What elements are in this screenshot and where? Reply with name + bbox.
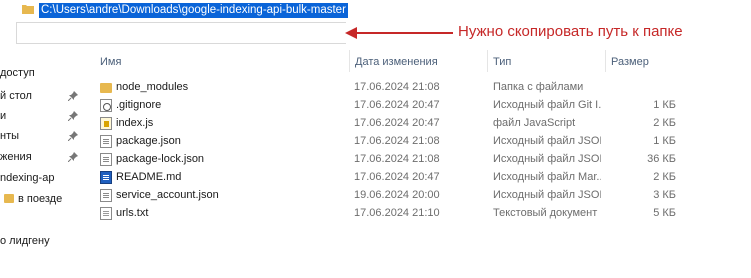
nav-item-leadgen[interactable]: о лидгену	[0, 232, 86, 250]
folder-icon	[100, 83, 112, 93]
column-divider[interactable]	[605, 50, 606, 72]
address-path[interactable]: C:\Users\andre\Downloads\google-indexing…	[39, 3, 348, 18]
file-date: 17.06.2024 21:08	[354, 81, 440, 93]
file-type: Исходный файл JSON	[493, 189, 601, 201]
file-size: 2 КБ	[653, 117, 676, 129]
file-row[interactable]: package-lock.json 17.06.2024 21:08 Исход…	[94, 150, 684, 168]
nav-item-label: и	[0, 110, 7, 122]
pin-icon	[68, 152, 78, 162]
file-size: 3 КБ	[653, 189, 676, 201]
file-name: .gitignore	[116, 99, 162, 111]
file-name: node_modules	[116, 81, 189, 93]
nav-item-access[interactable]: доступ	[0, 64, 86, 82]
nav-item-images[interactable]: жения	[0, 148, 86, 166]
pin-icon	[68, 91, 78, 101]
file-type: файл JavaScript	[493, 117, 576, 129]
file-size: 5 КБ	[653, 207, 676, 219]
pin-icon	[68, 131, 78, 141]
nav-item-documents[interactable]: нты	[0, 127, 86, 145]
file-name: index.js	[116, 117, 154, 129]
nav-item-train[interactable]: в поезде	[0, 190, 86, 208]
arrow-left-icon	[345, 27, 453, 39]
file-type: Исходный файл Git I...	[493, 99, 601, 111]
column-header-type[interactable]: Тип	[493, 56, 511, 68]
file-date: 17.06.2024 20:47	[354, 99, 440, 111]
text-file-icon	[100, 207, 112, 220]
file-date: 17.06.2024 21:08	[354, 135, 440, 147]
nav-item-label: о лидгену	[0, 235, 50, 247]
file-date: 17.06.2024 21:10	[354, 207, 440, 219]
column-header-date[interactable]: Дата изменения	[355, 56, 438, 68]
markdown-file-icon	[100, 171, 112, 184]
file-size: 1 КБ	[653, 135, 676, 147]
nav-item-indexing-folder[interactable]: ndexing-ap	[0, 169, 86, 187]
file-name: README.md	[116, 171, 182, 183]
file-row[interactable]: service_account.json 19.06.2024 20:00 Ис…	[94, 186, 684, 204]
nav-item-desktop[interactable]: й стол	[0, 87, 86, 105]
file-row[interactable]: package.json 17.06.2024 21:08 Исходный ф…	[94, 132, 684, 150]
file-date: 17.06.2024 20:47	[354, 117, 440, 129]
file-size: 36 КБ	[647, 153, 676, 165]
column-header-size[interactable]: Размер	[611, 56, 649, 68]
json-file-icon	[100, 189, 112, 202]
file-row[interactable]: index.js 17.06.2024 20:47 файл JavaScrip…	[94, 114, 684, 132]
file-type: Исходный файл JSON	[493, 153, 601, 165]
column-divider[interactable]	[487, 50, 488, 72]
file-row[interactable]: README.md 17.06.2024 20:47 Исходный файл…	[94, 168, 684, 186]
file-type: Текстовый документ	[493, 207, 598, 219]
pin-icon	[68, 111, 78, 121]
file-date: 17.06.2024 20:47	[354, 171, 440, 183]
file-date: 17.06.2024 21:08	[354, 153, 440, 165]
folder-icon	[4, 194, 14, 203]
nav-item-label: жения	[0, 151, 32, 163]
column-divider[interactable]	[349, 50, 350, 72]
file-type: Исходный файл Mar...	[493, 171, 601, 183]
nav-item-label: ndexing-ap	[0, 172, 55, 184]
folder-icon	[22, 4, 34, 14]
json-file-icon	[100, 153, 112, 166]
js-file-icon	[100, 117, 112, 130]
nav-item-label: нты	[0, 130, 20, 142]
settings-file-icon	[100, 99, 112, 112]
file-row[interactable]: .gitignore 17.06.2024 20:47 Исходный фай…	[94, 96, 684, 114]
file-size: 2 КБ	[653, 171, 676, 183]
column-header-name[interactable]: Имя	[100, 56, 121, 68]
file-row[interactable]: urls.txt 17.06.2024 21:10 Текстовый доку…	[94, 204, 684, 222]
nav-item-label: доступ	[0, 67, 35, 79]
file-name: urls.txt	[116, 207, 149, 219]
file-row[interactable]: node_modules 17.06.2024 21:08 Папка с фа…	[94, 78, 684, 96]
address-bar[interactable]	[16, 22, 346, 44]
nav-item-label: й стол	[0, 90, 32, 102]
file-name: service_account.json	[116, 189, 219, 201]
file-type: Папка с файлами	[493, 81, 584, 93]
annotation-text: Нужно скопировать путь к папке	[458, 23, 683, 40]
file-name: package.json	[116, 135, 181, 147]
json-file-icon	[100, 135, 112, 148]
file-date: 19.06.2024 20:00	[354, 189, 440, 201]
file-type: Исходный файл JSON	[493, 135, 601, 147]
nav-item-downloads[interactable]: и	[0, 107, 86, 125]
nav-item-label: в поезде	[18, 193, 63, 205]
file-name: package-lock.json	[116, 153, 205, 165]
file-size: 1 КБ	[653, 99, 676, 111]
